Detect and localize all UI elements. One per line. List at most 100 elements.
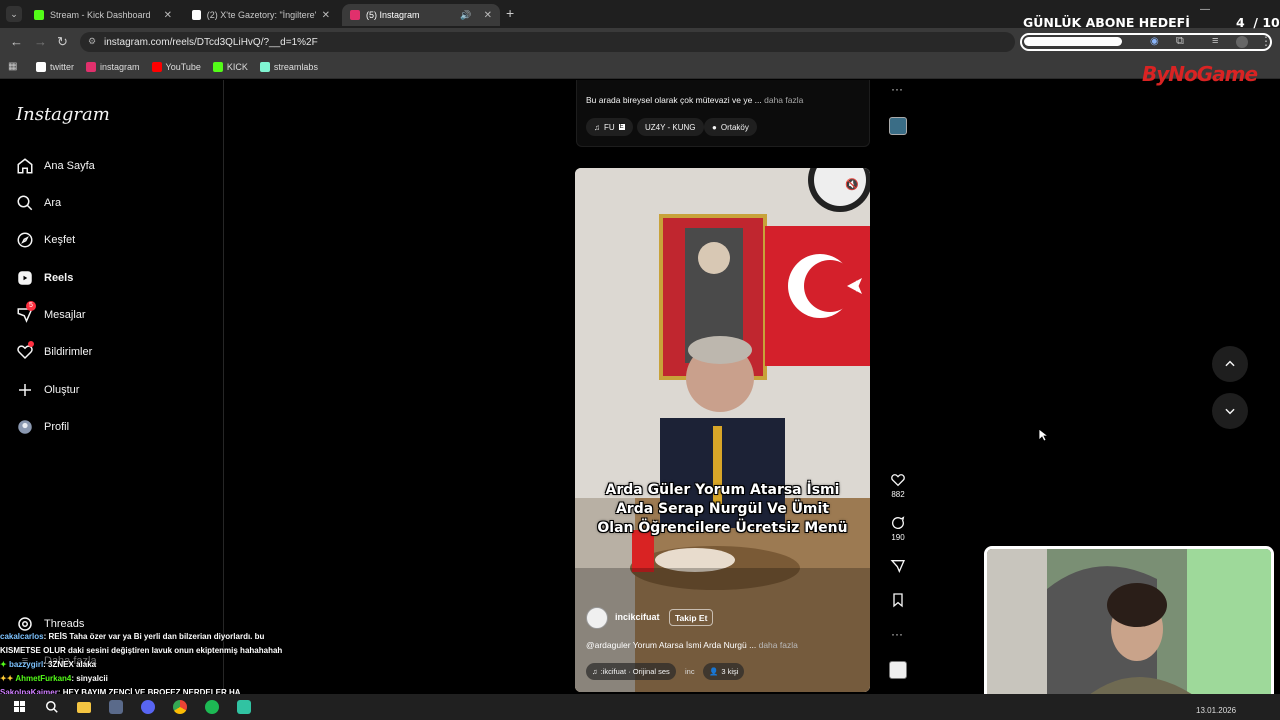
chrome-icon[interactable]	[168, 697, 192, 717]
more-link[interactable]: daha fazla	[759, 640, 798, 650]
music-pill[interactable]: ♫ FU E	[586, 118, 633, 136]
tab-label: (5) Instagram	[366, 10, 420, 20]
nav-messages[interactable]: 5 Mesajlar	[16, 301, 86, 324]
previous-reel-button[interactable]	[1212, 346, 1248, 382]
bookmark-youtube[interactable]: YouTube	[151, 61, 201, 72]
more-link[interactable]: daha fazla	[764, 95, 803, 105]
music-icon: ♫	[594, 122, 600, 132]
spotify-icon[interactable]	[200, 697, 224, 717]
audio-thumbnail[interactable]	[889, 117, 907, 135]
close-icon[interactable]: ✕	[484, 10, 492, 21]
like-action[interactable]: 882	[887, 472, 909, 499]
search-icon[interactable]	[40, 697, 64, 717]
reel-overlay-text-3: Olan Öğrencilere Ücretsiz Menü	[597, 520, 848, 536]
mute-icon[interactable]: 🔇	[845, 178, 859, 191]
share-action[interactable]	[887, 558, 909, 576]
kick-icon	[34, 10, 44, 20]
file-explorer-icon[interactable]	[72, 697, 96, 717]
close-icon[interactable]: ✕	[322, 10, 330, 21]
pill-label: FU	[604, 122, 615, 132]
nav-create[interactable]: Oluştur	[16, 381, 79, 399]
address-bar[interactable]: ⚙ instagram.com/reels/DTcd3QLiHvQ/?__d=1…	[80, 32, 1015, 52]
more-options-icon[interactable]: ···	[891, 627, 903, 641]
like-count: 882	[891, 490, 905, 499]
x-icon	[192, 10, 201, 20]
close-icon[interactable]: ✕	[164, 10, 172, 21]
instagram-logo[interactable]: Instagram	[16, 104, 110, 125]
site-info-icon[interactable]: ⚙	[88, 36, 96, 47]
comment-count: 190	[891, 533, 905, 542]
follow-button[interactable]: Takip Et	[669, 609, 714, 626]
kick-icon	[212, 61, 223, 72]
comment-icon	[892, 516, 905, 529]
author-avatar[interactable]	[586, 607, 608, 629]
audio-extra: inc	[685, 667, 695, 676]
tab-kick[interactable]: Stream - Kick Dashboard ✕	[26, 4, 180, 26]
description-text: @ardaguler Yorum Atarsa İsmi Arda Nurgü …	[586, 640, 757, 650]
bookmark-label: streamlabs	[273, 61, 318, 72]
speaker-icon[interactable]: 🔊	[460, 10, 471, 21]
heart-icon-wrap	[16, 341, 34, 361]
chevron-up-icon	[1225, 360, 1235, 367]
comment-action[interactable]: 190	[887, 515, 909, 542]
tab-x[interactable]: (2) X'te Gazetory: "İngiltere'den ✕	[184, 4, 338, 26]
nav-reels[interactable]: Reels	[16, 269, 73, 287]
nav-label: Mesajlar	[44, 309, 86, 321]
tagged-people-pill[interactable]: 👤 3 kişi	[703, 663, 745, 680]
app-icon[interactable]	[104, 697, 128, 717]
new-tab-icon[interactable]: +	[506, 5, 514, 21]
previous-reel-card[interactable]	[576, 80, 870, 147]
streamlabs-icon	[259, 61, 270, 72]
caption-text: Bu arada bireysel olarak çok mütevazi ve…	[586, 95, 762, 105]
nav-search[interactable]: Ara	[16, 194, 61, 212]
tab-search-icon[interactable]: ⌄	[6, 6, 22, 22]
youtube-icon	[151, 61, 162, 72]
nav-label: Profil	[44, 421, 70, 433]
next-reel-button[interactable]	[1212, 393, 1248, 429]
reload-icon[interactable]: ↻	[57, 34, 68, 50]
bookmark-twitter[interactable]: twitter	[36, 61, 74, 72]
chevron-down-icon	[1225, 408, 1235, 415]
bookmarks-bar: ▦ twitter instagram YouTube KICK streaml…	[0, 55, 1280, 79]
chat-user: bazzygirl	[8, 660, 44, 669]
plus-icon	[19, 384, 31, 396]
discord-icon[interactable]	[136, 697, 160, 717]
minimize-icon[interactable]: —	[1200, 4, 1210, 15]
streamlabs-icon[interactable]	[232, 697, 256, 717]
home-icon	[17, 158, 33, 174]
webcam-overlay	[984, 546, 1274, 708]
song-pill[interactable]: UZ4Y - KUNG	[637, 118, 704, 136]
nav-label: Oluştur	[44, 384, 80, 396]
bookmark-icon	[893, 593, 903, 608]
chat-user: AhmetFurkan4	[15, 674, 72, 683]
save-action[interactable]	[887, 592, 909, 610]
nav-explore[interactable]: Keşfet	[16, 231, 75, 249]
back-icon[interactable]: ←	[10, 34, 23, 49]
nav-home[interactable]: Ana Sayfa	[16, 157, 95, 175]
more-options-icon[interactable]: ···	[891, 82, 903, 96]
bookmark-streamlabs[interactable]: streamlabs	[259, 61, 318, 72]
location-pill[interactable]: ● Ortaköy	[704, 118, 757, 136]
author-name[interactable]: incikcifuat	[615, 612, 660, 622]
nav-profile[interactable]: Profil	[16, 418, 69, 436]
bookmark-instagram[interactable]: instagram	[86, 61, 140, 72]
stream-chat: cakalcarlos: REİS Taha özer var ya Bi ye…	[0, 630, 300, 700]
send-icon	[890, 560, 906, 574]
pill-label: :ikcifuat · Orijinal ses	[600, 667, 670, 676]
music-icon: ♫	[592, 667, 598, 676]
tab-instagram[interactable]: (5) Instagram 🔊 ✕	[342, 4, 500, 26]
nav-notifications[interactable]: Bildirimler	[16, 341, 92, 361]
mouse-cursor-icon	[1038, 428, 1048, 442]
instagram-icon	[350, 10, 360, 20]
audio-pill[interactable]: ♫:ikcifuat · Orijinal ses	[586, 663, 676, 680]
bookmark-kick[interactable]: KICK	[212, 61, 248, 72]
sponsor-logo: ByNoGame	[1142, 62, 1258, 86]
forward-icon[interactable]: →	[34, 34, 47, 49]
audio-thumbnail[interactable]	[889, 661, 907, 679]
reel-description: @ardaguler Yorum Atarsa İsmi Arda Nurgü …	[586, 640, 798, 650]
apps-icon[interactable]: ▦	[8, 61, 17, 72]
windows-start-icon[interactable]	[8, 697, 32, 717]
nav-label: Threads	[44, 618, 85, 630]
chat-message: ✦✦ AhmetFurkan4: sinyalcii	[0, 672, 300, 686]
bookmark-label: KICK	[226, 61, 248, 72]
